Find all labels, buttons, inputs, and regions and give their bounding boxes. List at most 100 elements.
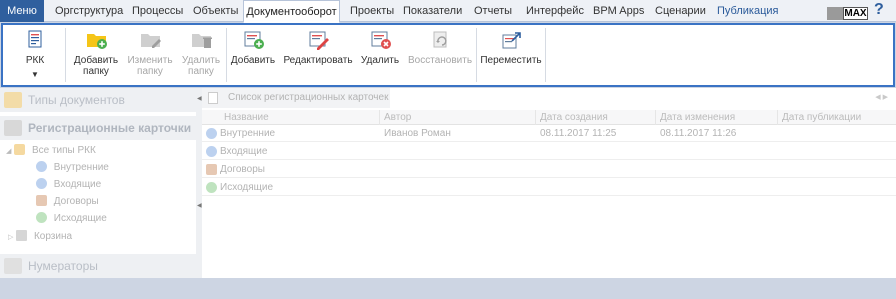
doc-types-icon <box>4 92 22 108</box>
rkk-dropdown-button[interactable]: РКК ▼ <box>15 27 55 85</box>
rkk-label: РКК <box>25 55 45 66</box>
cell-published <box>778 125 782 142</box>
menu-projects[interactable]: Проекты <box>350 0 394 22</box>
folder-add-icon <box>86 30 107 50</box>
cell-name: Исходящие <box>220 182 274 193</box>
delete-folder-label-2: папку <box>188 66 214 77</box>
cell-modified: 08.11.2017 11:26 <box>660 128 737 139</box>
ribbon-separator <box>545 28 546 82</box>
tree-node-trash[interactable]: ▷ Корзина <box>8 229 72 245</box>
table-row[interactable]: Входящие <box>202 143 896 160</box>
status-bar <box>0 278 896 299</box>
reg-cards-header[interactable]: Регистрационные карточки <box>0 116 196 140</box>
tree-node-label: Исходящие <box>53 213 107 224</box>
edit-button[interactable]: Редактировать <box>283 27 353 85</box>
menu-objects[interactable]: Объекты <box>193 0 238 22</box>
add-label: Добавить <box>230 55 276 66</box>
menu-scenarios[interactable]: Сценарии <box>655 0 706 22</box>
trash-icon <box>16 230 28 241</box>
outgoing-icon <box>36 212 47 223</box>
table-row[interactable]: Исходящие <box>202 179 896 196</box>
main-content: Список регистрационных карточек ◀ ▶ Назв… <box>202 88 896 278</box>
table-row[interactable]: Внутренние Иванов Роман 08.11.2017 11:25… <box>202 125 896 142</box>
tab-reg-cards-list[interactable]: Список регистрационных карточек <box>202 88 390 108</box>
folder-delete-icon <box>191 30 212 50</box>
tree-node-internal[interactable]: Внутренние <box>36 160 109 176</box>
column-header-author[interactable]: Автор <box>380 110 536 125</box>
delete-button[interactable]: Удалить <box>358 27 402 85</box>
column-header-name[interactable]: Название <box>202 110 380 125</box>
internal-icon <box>36 161 47 172</box>
tree-node-label: Внутренние <box>53 162 109 173</box>
add-folder-button[interactable]: Добавить папку <box>72 27 120 85</box>
document-edit-icon <box>308 30 329 50</box>
tree-node-contracts[interactable]: Договоры <box>36 194 99 210</box>
menu-docflow[interactable]: Документооборот <box>243 0 340 23</box>
restore-button[interactable]: Восстановить <box>408 27 472 85</box>
user-badge[interactable]: MAX <box>843 7 868 20</box>
cell-name: Входящие <box>220 146 268 157</box>
cell-author: Иванов Роман <box>384 128 451 139</box>
incoming-icon <box>36 178 47 189</box>
document-delete-icon <box>370 30 391 50</box>
menu-publication[interactable]: Публикация <box>717 0 778 22</box>
tab-nav-arrows[interactable]: ◀ ▶ <box>875 93 888 101</box>
delete-folder-button[interactable]: Удалить папку <box>179 27 223 85</box>
tree-node-outgoing[interactable]: Исходящие <box>36 211 107 227</box>
list-icon <box>208 92 218 104</box>
move-button[interactable]: Переместить <box>480 27 542 85</box>
column-header-created[interactable]: Дата создания <box>536 110 656 125</box>
tree-node-incoming[interactable]: Входящие <box>36 177 101 193</box>
tree-node-label: Корзина <box>33 231 73 242</box>
delete-folder-label-1: Удалить <box>181 55 221 66</box>
tab-label: Список регистрационных карточек <box>228 92 389 103</box>
help-icon[interactable]: ? <box>874 1 884 19</box>
main-menu-bar: Меню Оргструктура Процессы Объекты Докум… <box>0 0 896 23</box>
edit-label: Редактировать <box>283 55 353 66</box>
edit-folder-button[interactable]: Изменить папку <box>126 27 174 85</box>
reg-cards-label: Регистрационные карточки <box>28 121 192 135</box>
table-header: Название Автор Дата создания Дата измене… <box>202 110 896 125</box>
menu-processes[interactable]: Процессы <box>132 0 183 22</box>
user-avatar[interactable] <box>827 7 844 20</box>
doc-types-header[interactable]: Типы документов <box>0 88 196 112</box>
folder-edit-icon <box>140 30 161 50</box>
column-header-published[interactable]: Дата публикации <box>778 110 896 125</box>
ribbon-separator <box>226 28 227 82</box>
tree-node-label: Договоры <box>53 196 99 207</box>
collapse-arrow-icon[interactable]: ◀ <box>197 95 202 102</box>
doc-types-label: Типы документов <box>28 93 125 107</box>
menu-orgstructure[interactable]: Оргструктура <box>55 0 123 22</box>
document-add-icon <box>243 30 264 50</box>
cell-created: 08.11.2017 11:25 <box>540 128 617 139</box>
reg-cards-icon <box>4 120 22 136</box>
numerator-icon <box>4 258 22 274</box>
column-header-modified[interactable]: Дата изменения <box>656 110 778 125</box>
menu-interface[interactable]: Интерфейс <box>526 0 584 22</box>
folder-settings-icon <box>14 144 26 155</box>
restore-label: Восстановить <box>408 55 473 66</box>
table-row[interactable]: Договоры <box>202 161 896 178</box>
restore-icon <box>430 30 450 50</box>
add-folder-label-1: Добавить <box>73 55 119 66</box>
ribbon-separator <box>476 28 477 82</box>
move-label: Переместить <box>480 55 542 66</box>
numerators-label: Нумераторы <box>28 259 98 273</box>
move-icon <box>501 30 521 50</box>
left-navigation-panel: Типы документов Регистрационные карточки… <box>0 88 196 278</box>
briefcase-icon <box>36 195 47 206</box>
tree-collapse-icon: ◢ <box>6 148 12 155</box>
ribbon-separator <box>65 28 66 82</box>
menu-indicators[interactable]: Показатели <box>403 0 462 22</box>
menu-main[interactable]: Меню <box>0 0 44 22</box>
edit-folder-label-1: Изменить <box>127 55 173 66</box>
menu-bpm-apps[interactable]: BPM Apps <box>593 0 644 22</box>
collapse-arrow-icon[interactable]: ◀ <box>197 202 202 209</box>
tree-node-all-types[interactable]: ◢ Все типы РКК <box>6 143 96 159</box>
tree-node-label: Входящие <box>53 179 102 190</box>
add-button[interactable]: Добавить <box>229 27 277 85</box>
numerators-header[interactable]: Нумераторы <box>0 254 196 278</box>
add-folder-label-2: папку <box>83 66 109 77</box>
edit-folder-label-2: папку <box>137 66 163 77</box>
menu-reports[interactable]: Отчеты <box>474 0 512 22</box>
